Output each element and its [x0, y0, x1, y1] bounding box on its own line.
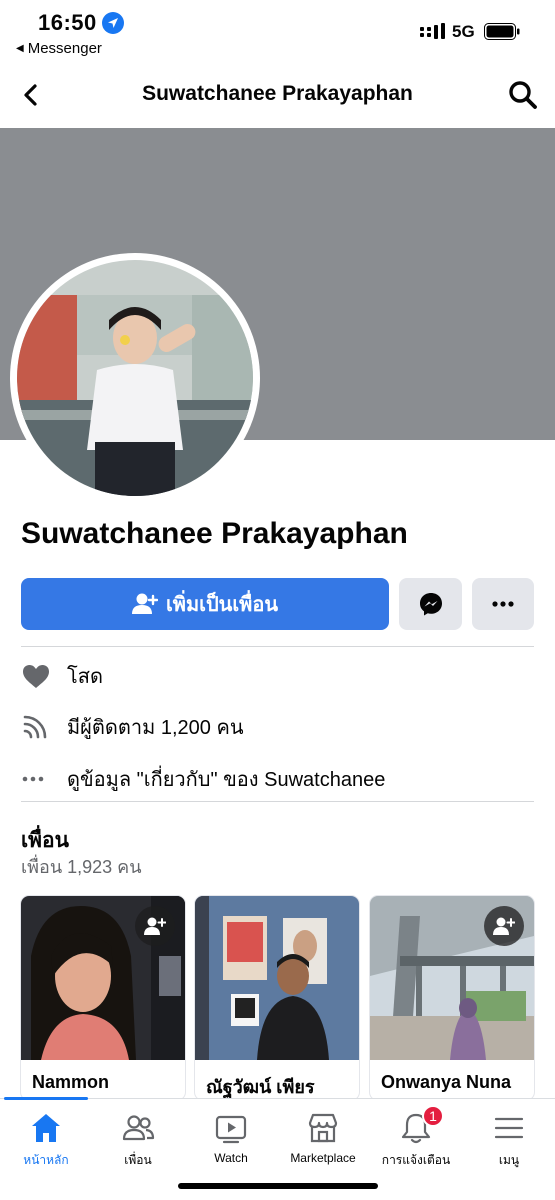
relationship-text: โสด	[67, 666, 103, 688]
divider	[21, 801, 534, 802]
battery-icon	[484, 23, 520, 40]
friend-photo	[21, 896, 185, 1060]
signal-icon	[420, 23, 445, 39]
about-link-text: ดูข้อมูล "เกี่ยวกับ" ของ Suwatchanee	[67, 769, 386, 791]
add-friend-small-icon[interactable]	[135, 906, 175, 946]
friends-icon	[122, 1115, 155, 1141]
tab-menu[interactable]: เมนู	[463, 1111, 555, 1171]
profile-avatar[interactable]	[17, 260, 253, 496]
profile-name: Suwatchanee Prakayaphan	[21, 517, 408, 550]
friends-count[interactable]: เพื่อน 1,923 คน	[21, 852, 142, 881]
friend-name: Nammon	[32, 1072, 110, 1092]
tab-notifications[interactable]: 1 การแจ้งเตือน	[370, 1105, 462, 1171]
followers-row: มีผู้ติดตาม 1,200 คน	[21, 707, 244, 747]
tab-label: Marketplace	[290, 1151, 356, 1165]
messenger-button[interactable]	[399, 578, 462, 630]
friend-name: Onwanya Nuna	[381, 1072, 512, 1092]
tab-label: การแจ้งเตือน	[381, 1153, 451, 1167]
heart-icon	[21, 661, 57, 691]
more-dots-icon	[492, 601, 514, 607]
status-bar: 16:50 ◀ Messenger 5G	[0, 0, 555, 62]
location-arrow-icon	[102, 12, 124, 34]
followers-text: มีผู้ติดตาม 1,200 คน	[67, 717, 244, 739]
watch-icon	[215, 1115, 247, 1144]
relationship-row: โสด	[21, 656, 103, 696]
home-icon	[32, 1114, 60, 1142]
add-friend-label: เพิ่มเป็นเพื่อน	[165, 594, 279, 616]
followers-rss-icon	[21, 712, 57, 742]
tab-label: เมนู	[498, 1153, 520, 1167]
add-friend-small-icon[interactable]	[484, 906, 524, 946]
back-triangle-icon: ◀	[16, 43, 24, 54]
tab-marketplace[interactable]: Marketplace	[277, 1111, 369, 1171]
divider	[21, 646, 534, 647]
friend-photo	[195, 896, 359, 1060]
tab-label: เพื่อน	[124, 1153, 152, 1167]
profile-header: Suwatchanee Prakayaphan	[0, 62, 555, 128]
friend-name: ณัฐวัฒน์ เพียร	[206, 1077, 315, 1097]
add-friend-icon	[131, 593, 158, 614]
home-indicator	[178, 1183, 378, 1189]
friend-card[interactable]: Nammon	[21, 896, 185, 1100]
messenger-icon	[419, 593, 442, 616]
about-row[interactable]: ดูข้อมูล "เกี่ยวกับ" ของ Suwatchanee	[21, 759, 385, 799]
back-to-app-link[interactable]: ◀ Messenger	[16, 40, 102, 57]
more-options-button[interactable]	[472, 578, 534, 630]
friend-card[interactable]: Onwanya Nuna	[370, 896, 534, 1100]
header-title: Suwatchanee Prakayaphan	[142, 82, 413, 105]
add-friend-button[interactable]: เพิ่มเป็นเพื่อน	[21, 578, 389, 630]
marketplace-icon	[308, 1113, 338, 1143]
status-time: 16:50	[38, 10, 97, 35]
notification-badge: 1	[422, 1105, 444, 1127]
friend-card[interactable]: ณัฐวัฒน์ เพียร	[195, 896, 359, 1100]
tab-watch[interactable]: Watch	[185, 1111, 277, 1171]
about-dots-icon	[21, 764, 57, 794]
tab-label: หน้าหลัก	[23, 1153, 69, 1167]
tab-label: Watch	[214, 1151, 248, 1165]
active-tab-indicator	[4, 1097, 88, 1100]
tab-friends[interactable]: เพื่อน	[92, 1111, 184, 1171]
back-app-label: Messenger	[27, 40, 102, 57]
avatar-photo-image	[17, 260, 253, 496]
search-icon[interactable]	[506, 78, 540, 112]
network-type: 5G	[452, 22, 475, 41]
menu-icon	[494, 1117, 524, 1139]
tab-home[interactable]: หน้าหลัก	[0, 1111, 92, 1171]
friend-photo	[370, 896, 534, 1060]
